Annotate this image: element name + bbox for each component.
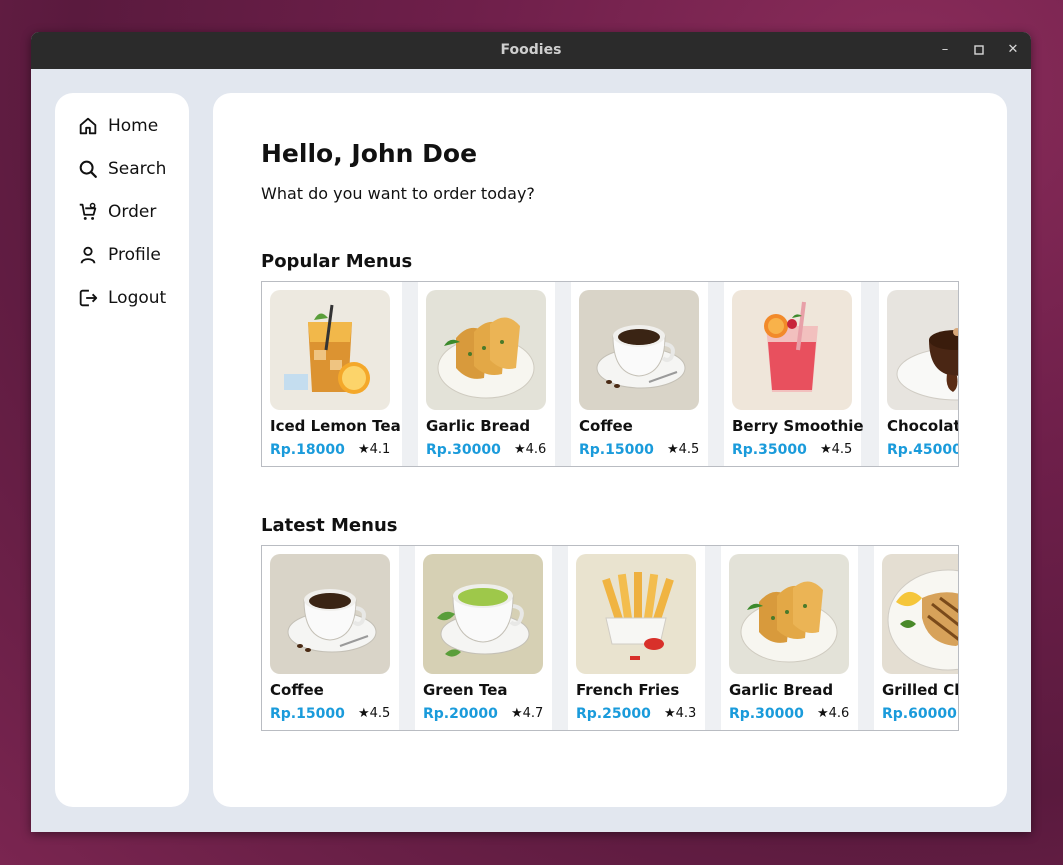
maximize-icon[interactable] [969,40,989,60]
menu-rating: ★4.6 [514,442,547,457]
subtitle: What do you want to order today? [261,184,535,203]
nav-profile[interactable]: Profile [77,241,187,269]
iced-lemon-tea-image [270,290,390,410]
menu-card[interactable]: Garlic Bread Rp.30000 ★4.6 [721,546,858,730]
nav-home[interactable]: Home [77,112,187,140]
menu-rating: ★4.6 [817,706,850,721]
menu-name: Iced Lemon Tea [270,417,401,435]
menu-name: Garlic Bread [729,681,834,699]
greeting: Hello, John Doe [261,139,478,168]
menu-card[interactable]: Iced Lemon Tea Rp.18000 ★4.1 [262,282,402,466]
menu-price: Rp.35000 [732,442,807,458]
green-tea-image [423,554,543,674]
popular-menu-strip[interactable]: Iced Lemon Tea Rp.18000 ★4.1 Garlic Brea… [261,281,959,467]
sidebar: Home Search Order Profile Logout [55,93,189,807]
logout-icon [79,289,98,307]
menu-name: Coffee [270,681,324,699]
menu-card[interactable]: Garlic Bread Rp.30000 ★4.6 [418,282,555,466]
menu-rating: ★4.5 [358,706,391,721]
menu-name: Berry Smoothie [732,417,864,435]
nav-search[interactable]: Search [77,155,187,183]
garlic-bread-image [729,554,849,674]
home-icon [79,117,97,135]
menu-rating: ★4.3 [664,706,697,721]
cart-icon [79,202,97,220]
latest-menu-strip[interactable]: Coffee Rp.15000 ★4.5 Green Tea Rp.20000 … [261,545,959,731]
garlic-bread-image [426,290,546,410]
menu-name: Green Tea [423,681,508,699]
nav-order-label: Order [108,202,157,222]
latest-title: Latest Menus [261,515,398,536]
menu-price: Rp.15000 [579,442,654,458]
app-window: Foodies – ✕ Home Search Order Profile Lo… [31,32,1031,832]
menu-name: French Fries [576,681,680,699]
nav-logout[interactable]: Logout [77,284,187,312]
window-title: Foodies [500,42,562,58]
coffee-image [270,554,390,674]
menu-name: Garlic Bread [426,417,531,435]
menu-name: Chocolate [887,417,958,435]
nav-order[interactable]: Order [77,198,187,226]
menu-card[interactable]: Grilled Ch Rp.60000 [874,546,959,730]
menu-card[interactable]: Coffee Rp.15000 ★4.5 [262,546,399,730]
menu-price: Rp.18000 [270,442,345,458]
french-fries-image [576,554,696,674]
close-icon[interactable]: ✕ [1003,40,1023,60]
menu-price: Rp.60000 [882,706,957,722]
menu-price: Rp.45000 [887,442,959,458]
nav-logout-label: Logout [108,288,167,308]
nav-home-label: Home [108,116,159,136]
popular-title: Popular Menus [261,251,413,272]
nav-profile-label: Profile [108,245,161,265]
menu-name: Grilled Ch [882,681,959,699]
user-icon [80,246,96,264]
menu-price: Rp.25000 [576,706,651,722]
menu-card[interactable]: French Fries Rp.25000 ★4.3 [568,546,705,730]
menu-name: Coffee [579,417,633,435]
menu-price: Rp.30000 [729,706,804,722]
menu-rating: ★4.5 [667,442,700,457]
menu-price: Rp.20000 [423,706,498,722]
menu-card[interactable]: Berry Smoothie Rp.35000 ★4.5 [724,282,864,466]
menu-card[interactable]: Green Tea Rp.20000 ★4.7 [415,546,552,730]
coffee-image [579,290,699,410]
nav-search-label: Search [108,159,167,179]
title-bar: Foodies – ✕ [31,32,1031,69]
search-icon [79,160,97,178]
menu-price: Rp.30000 [426,442,501,458]
main-panel: Hello, John Doe What do you want to orde… [213,93,1007,807]
menu-rating: ★4.7 [511,706,544,721]
menu-price: Rp.15000 [270,706,345,722]
menu-rating: ★4.1 [358,442,391,457]
grilled-chicken-image [882,554,958,674]
chocolate-image [887,290,958,410]
minimize-icon[interactable]: – [935,40,955,60]
menu-card[interactable]: Coffee Rp.15000 ★4.5 [571,282,708,466]
menu-rating: ★4.5 [820,442,853,457]
berry-smoothie-image [732,290,852,410]
menu-card[interactable]: Chocolate Rp.45000 [879,282,959,466]
